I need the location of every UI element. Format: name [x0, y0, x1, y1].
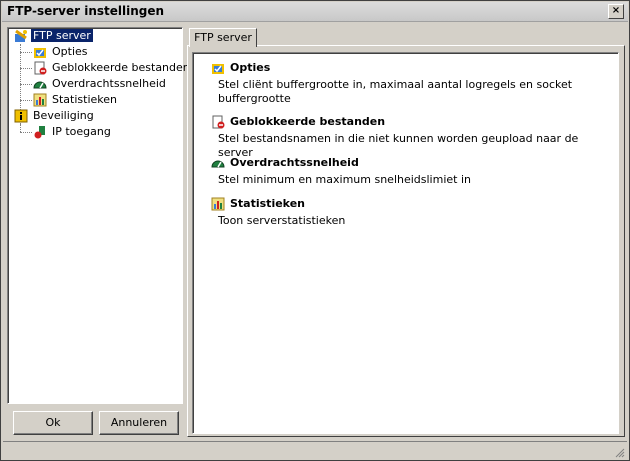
- tab-ftp-server[interactable]: FTP server: [189, 28, 257, 47]
- section-statistieken-link[interactable]: Statistieken: [211, 197, 598, 211]
- section-statistieken: Statistieken Toon serverstatistieken: [211, 197, 598, 228]
- tree-item-ftp-server[interactable]: FTP server: [14, 28, 93, 44]
- ip-access-icon: [33, 125, 47, 139]
- cancel-button[interactable]: Annuleren: [99, 411, 179, 435]
- section-opties-title: Opties: [230, 61, 271, 74]
- section-geblokkeerde-bestanden-link[interactable]: Geblokkeerde bestanden: [211, 115, 598, 129]
- section-overdrachtssnelheid-desc: Stel minimum en maximum snelheidslimiet …: [218, 173, 471, 186]
- title-bar[interactable]: FTP-server instellingen ×: [2, 2, 628, 22]
- section-overdrachtssnelheid-link[interactable]: Overdrachtssnelheid: [211, 156, 598, 170]
- section-statistieken-title: Statistieken: [230, 197, 305, 210]
- section-overdrachtssnelheid: Overdrachtssnelheid Stel minimum en maxi…: [211, 156, 598, 187]
- statistics-icon: [211, 197, 226, 211]
- tree-item-geblokkeerde-bestanden[interactable]: Geblokkeerde bestanden: [33, 60, 192, 76]
- window-title: FTP-server instellingen: [7, 4, 165, 18]
- ftp-server-icon: [14, 29, 28, 43]
- options-icon: [211, 61, 226, 75]
- blocked-files-icon: [211, 115, 226, 129]
- section-opties-desc: Stel cliënt buffergrootte in, maximaal a…: [218, 78, 573, 105]
- speedometer-icon: [211, 156, 226, 170]
- section-geblokkeerde-bestanden-title: Geblokkeerde bestanden: [230, 115, 386, 128]
- blocked-files-icon: [33, 61, 47, 75]
- dialog-window: FTP-server instellingen × FTP server Opt…: [0, 0, 630, 461]
- options-icon: [33, 45, 47, 59]
- tree-item-statistieken[interactable]: Statistieken: [33, 92, 119, 108]
- section-geblokkeerde-bestanden: Geblokkeerde bestanden Stel bestandsname…: [211, 115, 598, 160]
- overview-panel: Opties Stel cliënt buffergrootte in, max…: [192, 52, 619, 434]
- section-overdrachtssnelheid-title: Overdrachtssnelheid: [230, 156, 359, 169]
- section-statistieken-desc: Toon serverstatistieken: [218, 214, 346, 227]
- speedometer-icon: [33, 77, 47, 91]
- settings-tree[interactable]: FTP server Opties Geblokkeerde bestanden…: [7, 27, 190, 404]
- tab-panel: Opties Stel cliënt buffergrootte in, max…: [187, 45, 625, 437]
- resize-grip-icon[interactable]: [613, 446, 625, 458]
- section-opties-link[interactable]: Opties: [211, 61, 598, 75]
- status-bar: [3, 441, 627, 460]
- tree-item-beveiliging[interactable]: Beveiliging: [14, 108, 96, 124]
- statistics-icon: [33, 93, 47, 107]
- security-icon: [14, 109, 28, 123]
- tree-item-opties[interactable]: Opties: [33, 44, 90, 60]
- section-opties: Opties Stel cliënt buffergrootte in, max…: [211, 61, 598, 106]
- ok-button[interactable]: Ok: [13, 411, 93, 435]
- tree-item-ip-toegang[interactable]: IP toegang: [33, 124, 113, 140]
- close-button[interactable]: ×: [608, 4, 624, 19]
- tree-item-overdrachtssnelheid[interactable]: Overdrachtssnelheid: [33, 76, 168, 92]
